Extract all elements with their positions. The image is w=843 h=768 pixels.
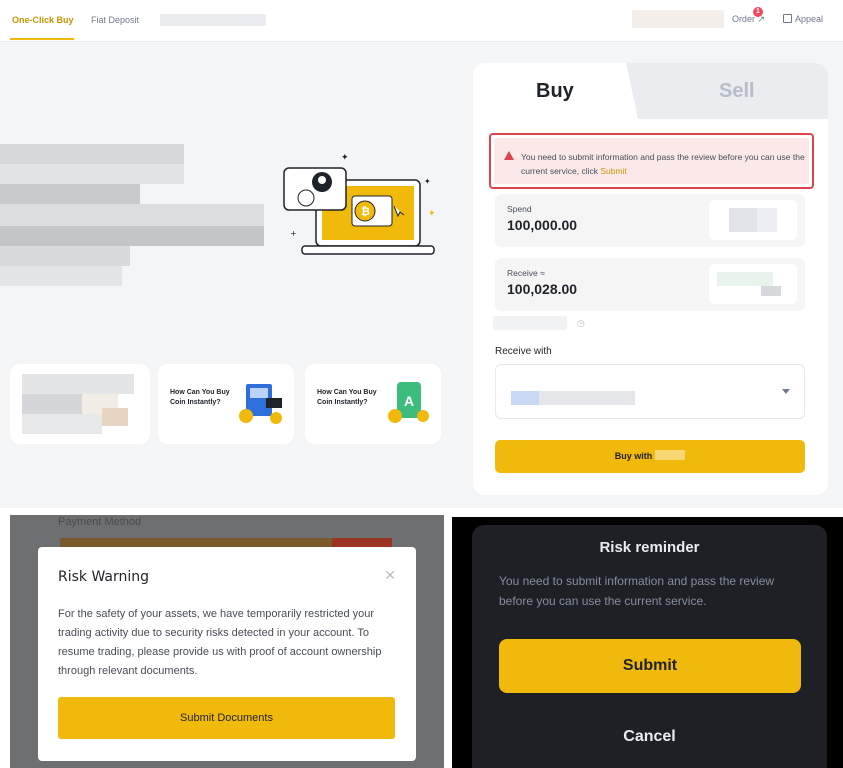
clock-icon: ◷	[577, 318, 585, 328]
svg-text:✦: ✦	[341, 153, 349, 163]
spend-amount[interactable]: 100,000.00	[507, 217, 577, 233]
background-payment-method-label: Payment Method	[58, 516, 142, 528]
blurred-nav-item	[160, 14, 266, 26]
receive-amount: 100,028.00	[507, 281, 578, 297]
modal-title: Risk Warning	[58, 569, 150, 585]
receive-label: Receive ≈	[507, 268, 545, 278]
spend-currency-selector[interactable]	[709, 200, 797, 240]
warning-submit-link[interactable]: Submit	[600, 166, 626, 176]
svg-text:+: +	[290, 229, 297, 238]
sheet-body-text: You need to submit information and pass …	[499, 574, 775, 608]
submit-button[interactable]: Submit	[499, 639, 801, 693]
verification-warning-highlight: You need to submit information and pass …	[489, 133, 814, 189]
tab-fiat-deposit[interactable]: Fiat Deposit	[91, 15, 139, 25]
promo-card[interactable]: How Can You Buy Coin Instantly?	[158, 364, 294, 444]
appeal-label: Appeal	[795, 14, 824, 24]
promo-card[interactable]: How Can You Buy Coin Instantly? A	[305, 364, 441, 444]
appeal-link[interactable]: Appeal	[783, 14, 823, 24]
order-count-badge: 1	[753, 7, 763, 17]
top-nav: One-Click Buy Fiat Deposit Order ↗ 1 App…	[0, 0, 843, 42]
active-tab-indicator	[10, 38, 74, 40]
blurred-account-item	[632, 10, 724, 28]
laptop-bitcoin-illustration: ₿ ✦ ✦ ✦ +	[283, 153, 436, 255]
order-label: Order	[731, 14, 755, 24]
buy-button[interactable]: Buy with	[495, 440, 805, 473]
promo-card-text: How Can You Buy Coin Instantly?	[317, 389, 377, 406]
receive-with-select[interactable]	[495, 364, 805, 419]
modal-body-text: For the safety of your assets, we have t…	[58, 608, 382, 677]
blurred-coin-name	[655, 450, 686, 460]
svg-text:₿: ₿	[361, 206, 370, 218]
svg-text:✦: ✦	[428, 209, 436, 219]
cancel-button[interactable]: Cancel	[472, 728, 827, 746]
svg-text:✦: ✦	[424, 177, 431, 186]
promo-card-text: How Can You Buy Coin Instantly?	[170, 389, 230, 406]
edit-icon	[783, 14, 792, 23]
receive-field[interactable]: Receive ≈ 100,028.00	[495, 258, 805, 311]
close-icon[interactable]: ✕	[384, 567, 396, 584]
receive-currency-selector[interactable]	[709, 264, 797, 304]
svg-text:A: A	[404, 393, 414, 409]
verification-warning: You need to submit information and pass …	[494, 138, 809, 184]
tab-buy[interactable]: Buy	[536, 80, 574, 103]
warning-triangle-icon	[504, 151, 514, 160]
atm-coin-icon	[239, 384, 282, 424]
sheet-title: Risk reminder	[599, 539, 700, 556]
phone-coin-icon: A	[388, 382, 429, 423]
tab-sell-label[interactable]: Sell	[719, 80, 755, 103]
receive-with-label: Receive with	[495, 346, 552, 357]
chevron-down-icon	[782, 389, 790, 394]
blurred-rate-text	[493, 316, 567, 330]
spend-field[interactable]: Spend 100,000.00	[495, 194, 805, 247]
warning-text: You need to submit information and pass …	[521, 152, 805, 176]
tab-one-click-buy[interactable]: One-Click Buy	[12, 15, 74, 25]
submit-documents-button[interactable]: Submit Documents	[58, 697, 395, 739]
promo-card-blurred[interactable]	[10, 364, 150, 444]
buy-button-label: Buy with	[614, 451, 653, 461]
spend-label: Spend	[507, 204, 532, 214]
warning-message: You need to submit information and pass …	[521, 150, 811, 178]
risk-warning-modal: Risk Warning ✕ For the safety of your as…	[38, 547, 416, 761]
